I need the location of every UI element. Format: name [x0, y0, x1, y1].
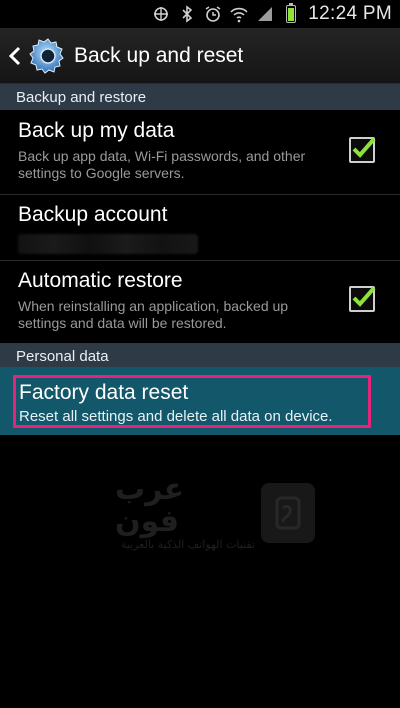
signal-icon: [256, 5, 274, 23]
automatic-restore-checkbox[interactable]: [349, 286, 376, 312]
battery-icon: [282, 3, 300, 23]
checkmark-icon: [352, 137, 376, 158]
alarm-icon: [204, 5, 222, 23]
back-up-my-data-checkbox[interactable]: [349, 137, 376, 163]
watermark-title: عرب فون: [115, 472, 185, 539]
back-up-my-data-item[interactable]: Back up my data Back up app data, Wi-Fi …: [0, 118, 400, 190]
factory-data-reset-content: Factory data reset Reset all settings an…: [0, 380, 400, 425]
location-sync-icon: [152, 5, 170, 23]
bluetooth-icon: [178, 5, 196, 23]
automatic-restore-title: Automatic restore: [18, 269, 183, 292]
watermark-logo-icon: [261, 483, 315, 543]
factory-data-reset-title: Factory data reset: [19, 381, 189, 404]
backup-account-title: Backup account: [18, 203, 168, 226]
wifi-icon: [230, 5, 248, 23]
automatic-restore-subtitle: When reinstalling an application, backed…: [18, 298, 289, 331]
factory-data-reset-item[interactable]: Factory data reset Reset all settings an…: [0, 367, 400, 435]
back-up-my-data-subtitle: Back up app data, Wi-Fi passwords, and o…: [18, 148, 306, 181]
watermark-text: عرب فون تقنيات الهواتف الذكية بالعربية: [115, 474, 255, 552]
back-up-my-data-title: Back up my data: [18, 119, 175, 142]
backup-account-value-blurred: [18, 234, 198, 254]
factory-data-reset-subtitle: Reset all settings and delete all data o…: [19, 408, 333, 425]
checkmark-icon: [352, 286, 376, 307]
back-arrow-icon[interactable]: [6, 43, 24, 69]
backup-account-item[interactable]: Backup account: [0, 202, 400, 258]
section-header-personal-data: Personal data: [0, 343, 400, 369]
status-bar: 12:24 PM: [0, 0, 400, 28]
settings-gear-icon: [28, 36, 68, 76]
divider: [0, 260, 400, 261]
watermark-tagline: تقنيات الهواتف الذكية بالعربية: [120, 538, 255, 551]
divider: [0, 194, 400, 195]
page-title: Back up and reset: [74, 43, 244, 67]
watermark: عرب فون تقنيات الهواتف الذكية بالعربية: [115, 474, 320, 551]
section-header-backup-restore: Backup and restore: [0, 84, 400, 110]
status-time: 12:24 PM: [308, 3, 392, 24]
action-bar: Back up and reset: [0, 28, 400, 84]
automatic-restore-item[interactable]: Automatic restore When reinstalling an a…: [0, 268, 400, 338]
